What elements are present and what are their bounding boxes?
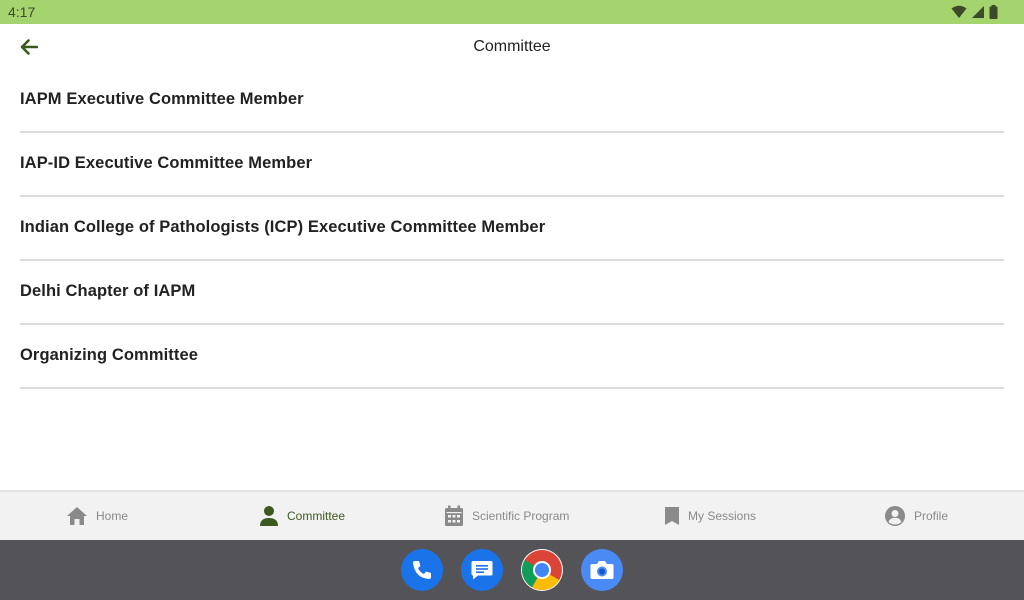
app-bar: Committee: [0, 24, 1024, 70]
committee-item-delhi-chapter[interactable]: Delhi Chapter of IAPM: [20, 261, 1004, 325]
messages-icon: [471, 561, 493, 580]
nav-label: Profile: [914, 509, 949, 523]
status-icons: [951, 4, 998, 20]
phone-icon: [413, 561, 431, 579]
battery-icon: [989, 5, 998, 19]
nav-item-scientific-program[interactable]: Scientific Program: [444, 492, 569, 540]
nav-label: My Sessions: [688, 509, 757, 523]
system-dock: [0, 540, 1024, 600]
committee-item-label: Delhi Chapter of IAPM: [20, 281, 196, 300]
home-icon: [67, 507, 87, 525]
committee-item-organizing[interactable]: Organizing Committee: [20, 325, 1004, 389]
person-icon: [260, 506, 278, 526]
bookmark-icon: [665, 507, 679, 525]
account-circle-icon: [885, 506, 905, 526]
chrome-icon: [522, 550, 562, 590]
nav-label: Home: [96, 509, 129, 523]
nav-label: Committee: [287, 509, 346, 523]
committee-item-label: Indian College of Pathologists (ICP) Exe…: [20, 217, 546, 236]
committee-item-label: IAPM Executive Committee Member: [20, 90, 304, 108]
dock-app-messages[interactable]: [461, 549, 503, 591]
dock-app-phone[interactable]: [401, 549, 443, 591]
calendar-icon: [445, 505, 463, 526]
nav-item-my-sessions[interactable]: My Sessions: [664, 492, 756, 540]
signal-icon: [972, 6, 984, 18]
wifi-icon: [951, 5, 967, 18]
camera-icon: [590, 561, 614, 579]
nav-item-committee[interactable]: Committee: [259, 492, 345, 540]
committee-item-label: IAP-ID Executive Committee Member: [20, 153, 313, 172]
status-bar: 4:17: [0, 0, 1024, 24]
nav-item-home[interactable]: Home: [66, 492, 128, 540]
committee-item-icp-executive[interactable]: Indian College of Pathologists (ICP) Exe…: [20, 197, 1004, 261]
dock-app-camera[interactable]: [581, 549, 623, 591]
status-time: 4:17: [8, 4, 36, 20]
committee-item-iap-id-executive[interactable]: IAP-ID Executive Committee Member: [20, 133, 1004, 197]
committee-item-label: Organizing Committee: [20, 345, 199, 364]
committee-item-iapm-executive[interactable]: IAPM Executive Committee Member: [20, 70, 1004, 133]
nav-label: Scientific Program: [472, 509, 570, 523]
dock-app-chrome[interactable]: [521, 549, 563, 591]
committee-list: IAPM Executive Committee Member IAP-ID E…: [20, 70, 1004, 389]
nav-item-profile[interactable]: Profile: [884, 492, 948, 540]
bottom-navigation: Home Committee Scientific Program My Ses…: [0, 490, 1024, 540]
page-title: Committee: [473, 38, 551, 55]
